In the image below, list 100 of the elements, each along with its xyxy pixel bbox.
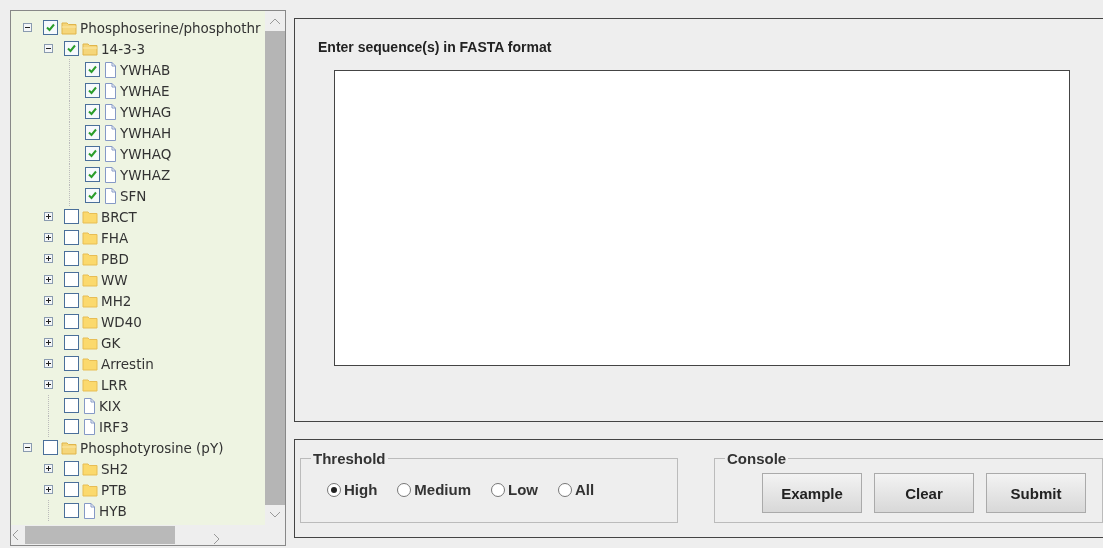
tree-item-label[interactable]: Arrestin — [101, 355, 154, 372]
checkbox[interactable] — [64, 356, 79, 371]
checkbox[interactable] — [64, 272, 79, 287]
tree-item-label[interactable]: SH2 — [101, 460, 129, 477]
checkbox[interactable] — [64, 503, 79, 518]
tree-item-label[interactable]: WD40 — [101, 313, 142, 330]
checkbox[interactable] — [85, 62, 100, 77]
tree-item-label[interactable]: Phosphoserine/phosphothr — [80, 19, 261, 36]
checkbox[interactable] — [64, 209, 79, 224]
checkbox[interactable] — [64, 461, 79, 476]
checkbox[interactable] — [85, 104, 100, 119]
checkmark-icon — [87, 190, 98, 201]
console-button[interactable]: Clear — [874, 473, 974, 514]
tree-item-label[interactable]: PBD — [101, 250, 129, 267]
horizontal-scrollbar[interactable] — [11, 525, 285, 545]
expand-icon[interactable] — [44, 233, 53, 242]
tree-item-label[interactable]: KIX — [99, 397, 122, 414]
expand-icon[interactable] — [44, 317, 53, 326]
checkbox[interactable] — [64, 230, 79, 245]
tree-item-label[interactable]: HYB — [99, 502, 127, 519]
folder-icon — [82, 461, 98, 476]
folder-icon — [82, 272, 98, 287]
checkmark-icon — [87, 106, 98, 117]
checkbox[interactable] — [64, 314, 79, 329]
radio-button[interactable] — [397, 482, 412, 497]
open-folder-icon — [61, 440, 77, 455]
document-icon — [103, 103, 117, 120]
expand-icon[interactable] — [44, 338, 53, 347]
expand-icon[interactable] — [44, 254, 53, 263]
radio-label: Medium — [414, 481, 471, 499]
radio-option[interactable]: Medium — [397, 481, 471, 499]
checkmark-icon — [66, 43, 77, 54]
checkmark-icon — [87, 64, 98, 75]
radio-button[interactable] — [491, 482, 505, 497]
expand-icon[interactable] — [44, 296, 53, 305]
document-icon — [103, 187, 117, 204]
folder-icon — [82, 356, 98, 371]
tree-item-label[interactable]: YWHAQ — [120, 145, 172, 162]
expand-icon[interactable] — [44, 485, 53, 494]
tree-item-label[interactable]: YWHAB — [120, 61, 171, 78]
expand-icon[interactable] — [44, 275, 53, 284]
checkbox[interactable] — [85, 146, 100, 161]
threshold-legend: Threshold — [311, 450, 388, 468]
checkmark-icon — [87, 148, 98, 159]
folder-icon — [82, 230, 98, 245]
checkbox[interactable] — [85, 125, 100, 140]
checkbox[interactable] — [43, 440, 58, 455]
folder-icon — [82, 377, 98, 392]
document-icon — [103, 166, 117, 183]
tree-item-label[interactable]: LRR — [101, 376, 128, 393]
scrollbar-thumb[interactable] — [25, 526, 175, 544]
console-button[interactable]: Example — [762, 473, 862, 514]
collapse-icon[interactable] — [23, 23, 32, 32]
radio-button[interactable] — [327, 482, 341, 497]
tree-item-label[interactable]: 14-3-3 — [101, 40, 146, 57]
radio-label: Low — [508, 481, 538, 499]
checkbox[interactable] — [85, 188, 100, 203]
sequence-label: Enter sequence(s) in FASTA format — [318, 39, 553, 55]
checkmark-icon — [87, 127, 98, 138]
radio-option[interactable]: Low — [491, 481, 538, 499]
radio-option[interactable]: All — [558, 481, 595, 499]
tree-item-label[interactable]: MH2 — [101, 292, 132, 309]
folder-icon — [82, 335, 98, 350]
collapse-icon[interactable] — [44, 44, 53, 53]
radio-button[interactable] — [558, 482, 572, 497]
tree-item-label[interactable]: GK — [101, 334, 121, 351]
checkbox[interactable] — [64, 41, 79, 56]
tree-item-label[interactable]: YWHAH — [120, 124, 172, 141]
checkbox[interactable] — [43, 20, 58, 35]
tree-item-label[interactable]: YWHAZ — [120, 166, 171, 183]
checkbox[interactable] — [64, 398, 79, 413]
expand-icon[interactable] — [44, 464, 53, 473]
tree-item-label[interactable]: YWHAE — [120, 82, 170, 99]
expand-icon[interactable] — [44, 380, 53, 389]
checkbox[interactable] — [64, 482, 79, 497]
collapse-icon[interactable] — [23, 443, 32, 452]
checkbox[interactable] — [85, 83, 100, 98]
radio-label: All — [575, 481, 595, 499]
checkbox[interactable] — [64, 251, 79, 266]
expand-icon[interactable] — [44, 212, 53, 221]
radio-option[interactable]: High — [327, 481, 378, 499]
tree-item-label[interactable]: YWHAG — [120, 103, 172, 120]
checkbox[interactable] — [64, 335, 79, 350]
sequence-input[interactable] — [334, 70, 1070, 366]
tree-item-label[interactable]: SFN — [120, 187, 147, 204]
checkbox[interactable] — [64, 293, 79, 308]
open-folder-icon — [61, 20, 77, 35]
expand-icon[interactable] — [44, 359, 53, 368]
tree-item-label[interactable]: PTB — [101, 481, 127, 498]
checkbox[interactable] — [85, 167, 100, 182]
tree-item-label[interactable]: WW — [101, 271, 128, 288]
console-button[interactable]: Submit — [986, 473, 1086, 514]
tree-item-label[interactable]: FHA — [101, 229, 129, 246]
tree-item-label[interactable]: Phosphotyrosine (pY) — [80, 439, 224, 456]
document-icon — [103, 124, 117, 141]
checkbox[interactable] — [64, 377, 79, 392]
checkbox[interactable] — [64, 419, 79, 434]
tree-item-label[interactable]: IRF3 — [99, 418, 129, 435]
tree-item-label[interactable]: BRCT — [101, 208, 137, 225]
open-folder-icon — [82, 41, 98, 56]
